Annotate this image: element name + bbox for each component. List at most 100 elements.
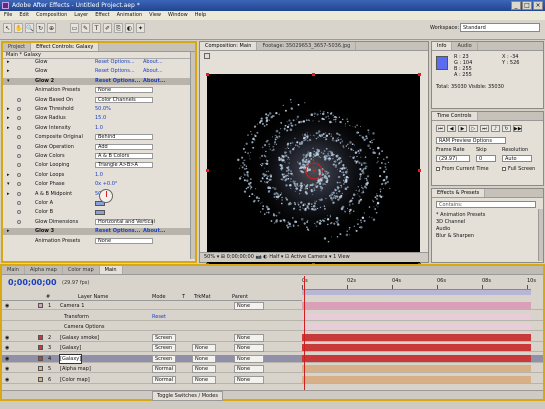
eraser-tool-icon[interactable]: ◐ — [125, 23, 134, 33]
collapse-arrow-icon[interactable]: ▸ — [7, 115, 10, 122]
stopwatch-icon[interactable] — [17, 154, 21, 158]
close-button[interactable]: × — [533, 1, 543, 10]
orbit-camera-tool-icon[interactable]: ⊕ — [47, 23, 56, 33]
work-area-bar[interactable] — [302, 290, 531, 295]
effect-property-row[interactable]: Glow Operation Add — [3, 143, 195, 151]
effect-property-dropdown[interactable]: None — [95, 87, 153, 94]
effect-property-row[interactable]: Color B — [3, 209, 195, 216]
layer-name[interactable]: [Galaxy] — [58, 353, 83, 364]
visibility-eye-icon[interactable]: ◉ — [5, 334, 9, 342]
type-tool-icon[interactable]: T — [92, 23, 101, 33]
layer-duration-bar[interactable] — [302, 344, 531, 351]
zoom-tool-icon[interactable]: 🔍 — [25, 23, 34, 33]
composition-lock-icon[interactable] — [204, 53, 210, 59]
skip-select[interactable]: 0 — [476, 155, 496, 162]
effect-property-row[interactable]: ▾ Glow 2 Reset Options... About... — [3, 77, 195, 85]
layer-handle[interactable] — [206, 73, 209, 76]
effect-scrollbar[interactable] — [190, 52, 195, 259]
tab-effects-presets[interactable]: Effects & Presets — [432, 189, 486, 197]
stopwatch-icon[interactable] — [17, 201, 21, 205]
blend-mode-select[interactable]: Normal — [152, 375, 176, 384]
ram-preview-options-select[interactable]: RAM Preview Options — [436, 137, 506, 144]
current-timecode[interactable]: 0;00;00;00 — [8, 278, 57, 287]
layer-row[interactable]: ◉ 2 [Galaxy smoke] Screen None — [2, 333, 543, 342]
preset-item[interactable]: * Animation Presets — [436, 212, 485, 219]
layer-name[interactable]: Camera Options — [64, 323, 105, 331]
effect-property-row[interactable]: Glow Based On Color Channels — [3, 96, 195, 104]
about-link[interactable]: About... — [143, 228, 166, 235]
collapse-arrow-icon[interactable]: ▸ — [7, 68, 10, 75]
composition-viewer[interactable] — [206, 73, 421, 266]
layer-label-color[interactable] — [38, 345, 43, 350]
layer-duration-bar[interactable] — [302, 302, 531, 309]
loop-icon[interactable]: ↻ — [502, 125, 511, 132]
first-frame-icon[interactable]: ⏮ — [436, 125, 445, 132]
layer-label-color[interactable] — [38, 303, 43, 308]
full-screen-checkbox[interactable] — [502, 167, 506, 171]
about-link[interactable]: About... — [143, 78, 166, 85]
tab-time-controls[interactable]: Time Controls — [432, 112, 478, 120]
menu-file[interactable]: File — [4, 11, 12, 20]
collapse-arrow-icon[interactable]: ▸ — [7, 125, 10, 132]
presets-scrollbar[interactable] — [538, 209, 543, 261]
layer-name[interactable]: [Galaxy] — [60, 344, 81, 352]
effect-property-row[interactable]: ▸ Glow Reset Options... About... — [3, 68, 195, 75]
hand-tool-icon[interactable]: ✋ — [14, 23, 23, 33]
effect-property-dropdown[interactable]: None — [95, 237, 153, 244]
visibility-eye-icon[interactable]: ◉ — [5, 376, 9, 384]
resolution-select[interactable]: Auto — [502, 155, 532, 162]
current-time-indicator[interactable] — [304, 276, 305, 391]
stopwatch-icon[interactable] — [17, 107, 21, 111]
brush-tool-icon[interactable]: ✐ — [103, 23, 112, 33]
tab-timeline-color-map[interactable]: Color map — [63, 266, 100, 274]
menu-window[interactable]: Window — [168, 11, 188, 20]
layer-name[interactable]: [Alpha map] — [60, 365, 91, 373]
layer-row[interactable]: ◉ 4 [Galaxy] Screen None None — [2, 353, 543, 364]
layer-handle[interactable] — [312, 73, 315, 76]
stopwatch-icon[interactable] — [17, 172, 21, 177]
stopwatch-icon[interactable] — [17, 125, 21, 130]
layer-row[interactable]: ◉ 5 [Alpha map] Normal None None — [2, 365, 543, 373]
preset-item[interactable]: Audio — [436, 226, 485, 233]
effect-property-row[interactable]: Glow Colors A & B Colors — [3, 153, 195, 160]
effect-property-row[interactable]: Animation Presets None — [3, 237, 195, 245]
collapse-arrow-icon[interactable]: ▸ — [7, 106, 10, 113]
previous-frame-icon[interactable]: ◀ — [447, 125, 456, 132]
about-link[interactable]: About... — [143, 59, 163, 66]
preset-item[interactable]: Blur & Sharpen — [436, 233, 485, 240]
collapse-arrow-icon[interactable]: ▸ — [7, 172, 10, 179]
effect-property-row[interactable]: Color Looping Triangle A>B>A — [3, 162, 195, 169]
expand-arrow-icon[interactable]: ▾ — [7, 181, 10, 188]
collapse-arrow-icon[interactable]: ▸ — [7, 228, 10, 235]
stopwatch-icon[interactable] — [17, 135, 21, 140]
next-frame-icon[interactable]: ▷ — [469, 125, 478, 132]
play-icon[interactable]: ▶ — [458, 125, 467, 132]
visibility-eye-icon[interactable]: ◉ — [5, 365, 9, 373]
collapse-arrow-icon[interactable]: ▸ — [7, 59, 10, 66]
visibility-eye-icon[interactable]: ◉ — [5, 302, 9, 310]
layer-handle[interactable] — [418, 73, 421, 76]
stopwatch-icon[interactable] — [17, 219, 21, 224]
reset-link[interactable]: Reset — [152, 313, 166, 321]
layer-handle[interactable] — [206, 169, 209, 172]
effect-property-value[interactable]: Reset Options... — [95, 68, 135, 75]
blend-mode-select[interactable]: Screen — [152, 333, 176, 342]
color-swatch[interactable] — [95, 210, 105, 216]
effect-property-row[interactable]: ▸ Glow Reset Options... About... — [3, 59, 195, 66]
parent-select[interactable]: None — [234, 365, 264, 373]
color-phase-dial-icon[interactable] — [99, 189, 113, 203]
maximize-button[interactable]: □ — [522, 1, 532, 10]
effect-property-value[interactable]: Reset Options... — [95, 59, 135, 66]
stopwatch-icon[interactable] — [17, 191, 21, 196]
blend-mode-select[interactable]: Normal — [152, 365, 176, 373]
layer-duration-bar[interactable] — [302, 375, 531, 383]
expand-arrow-icon[interactable]: ▾ — [7, 78, 10, 85]
effect-property-value[interactable]: 1.0 — [95, 172, 103, 179]
menu-animation[interactable]: Animation — [117, 11, 143, 20]
effect-property-dropdown[interactable]: Add — [95, 143, 153, 150]
reset-link[interactable]: Reset Options... — [95, 78, 140, 85]
stopwatch-icon[interactable] — [17, 182, 21, 187]
from-current-checkbox[interactable] — [436, 167, 440, 171]
effect-property-row[interactable]: ▸ Glow Threshold 50.0% — [3, 106, 195, 113]
tab-timeline-alpha-map[interactable]: Alpha map — [25, 266, 63, 274]
